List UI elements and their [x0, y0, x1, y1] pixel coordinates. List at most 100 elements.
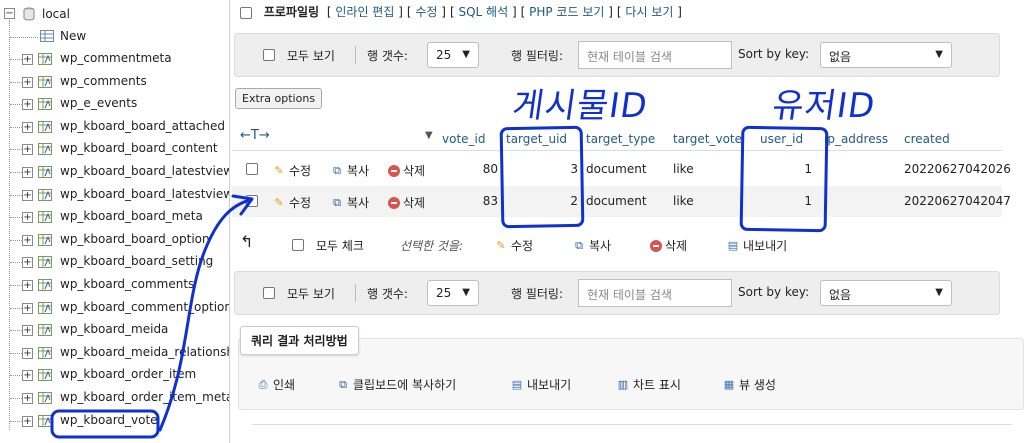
check-all-checkbox[interactable] — [292, 239, 304, 251]
row-copy-button[interactable]: ⧉ 복사 — [330, 194, 369, 211]
query-link-text[interactable]: 다시 보기 — [625, 5, 673, 19]
column-resize-handle[interactable]: ←T→ — [240, 128, 270, 143]
row-count-select[interactable]: 25 ▼ — [427, 42, 479, 68]
expand-icon[interactable]: + — [22, 415, 33, 427]
row-delete-button[interactable]: 삭제 — [388, 162, 425, 179]
cell-target-type[interactable]: document — [586, 162, 647, 176]
expand-icon[interactable]: + — [22, 99, 33, 111]
row-delete-button[interactable]: 삭제 — [388, 194, 425, 211]
nav-table-item[interactable]: + wp_kboard_board_content — [0, 141, 229, 163]
nav-table-item[interactable]: + wp_kboard_board_option — [0, 232, 229, 254]
nav-table-item[interactable]: + wp_kboard_board_latestview — [0, 187, 229, 209]
nav-table-item[interactable]: + wp_comments — [0, 74, 229, 96]
cell-target-uid[interactable]: 3 — [506, 162, 578, 176]
export-icon: ▤ — [511, 378, 523, 391]
cell-target-vote[interactable]: like — [673, 194, 694, 208]
sort-desc-icon[interactable]: ▼ — [425, 130, 433, 141]
expand-icon[interactable]: + — [22, 189, 33, 201]
sort-by-key-select[interactable]: 없음 ▼ — [820, 42, 952, 68]
cell-user-id[interactable]: 1 — [760, 194, 812, 208]
nav-table-item[interactable]: + wp_commentmeta — [0, 51, 229, 73]
expand-icon[interactable]: + — [22, 76, 33, 88]
show-all-label: 모두 보기 — [287, 49, 335, 63]
nav-table-item[interactable]: + wp_kboard_comment_option — [0, 300, 229, 322]
expand-icon[interactable]: + — [22, 370, 33, 382]
show-all-checkbox-bottom[interactable] — [263, 287, 275, 299]
new-table-link[interactable]: New — [60, 29, 86, 43]
nav-table-item[interactable]: + wp_kboard_comments — [0, 277, 229, 299]
row-edit-button[interactable]: ✎ 수정 — [272, 194, 311, 211]
expand-icon[interactable]: + — [22, 144, 33, 156]
export-button[interactable]: ▤ 내보내기 — [510, 376, 571, 393]
nav-table-item[interactable]: + wp_kboard_board_setting — [0, 254, 229, 276]
query-link[interactable]: [ 인라인 편집 ] — [327, 5, 403, 19]
query-link-text[interactable]: 수정 — [415, 5, 437, 19]
cell-created[interactable]: 20220627042047 — [904, 194, 1011, 208]
table-icon — [38, 188, 52, 201]
query-link-text[interactable]: SQL 해석 — [458, 5, 508, 19]
column-header-target-type[interactable]: target_type — [586, 128, 670, 150]
expand-icon[interactable]: + — [22, 280, 33, 291]
bulk-edit-button[interactable]: ✎ 수정 — [494, 237, 533, 254]
cell-target-uid[interactable]: 2 — [506, 194, 578, 208]
column-header-ip-address[interactable]: ip_address — [824, 128, 902, 150]
query-link[interactable]: [ SQL 해석 ] — [450, 5, 517, 19]
row-count-select-bottom[interactable]: 25 ▼ — [427, 280, 479, 306]
query-link-text[interactable]: 인라인 편집 — [335, 5, 394, 19]
cell-vote-id[interactable]: 80 — [442, 162, 498, 176]
expand-icon[interactable]: + — [22, 257, 33, 269]
table-search-input[interactable]: 현재 테이블 검색 — [578, 41, 732, 69]
print-button[interactable]: ⎙ 인쇄 — [256, 376, 296, 393]
nav-table-item[interactable]: + wp_kboard_vote — [0, 413, 229, 435]
show-all-checkbox[interactable] — [263, 49, 275, 61]
nav-table-item[interactable]: + wp_kboard_order_item — [0, 367, 229, 389]
expand-icon[interactable]: + — [22, 54, 33, 65]
sort-by-key-select-bottom[interactable]: 없음 ▼ — [820, 280, 952, 306]
copy-clipboard-button[interactable]: ⧉ 클립보드에 복사하기 — [336, 376, 456, 393]
expand-icon[interactable]: + — [22, 234, 33, 246]
create-view-button[interactable]: ▦ 뷰 생성 — [722, 376, 776, 393]
nav-table-item[interactable]: + wp_kboard_meida_relationsh — [0, 345, 229, 367]
cell-created[interactable]: 20220627042026 — [904, 162, 1011, 176]
column-header-created[interactable]: created — [904, 128, 984, 150]
cell-user-id[interactable]: 1 — [760, 162, 812, 176]
column-header-target-uid[interactable]: target_uid — [506, 128, 582, 150]
expand-icon[interactable]: + — [22, 121, 33, 133]
nav-table-item[interactable]: + wp_kboard_order_item_meta — [0, 390, 229, 412]
cell-target-vote[interactable]: like — [673, 162, 694, 176]
row-checkbox[interactable] — [246, 195, 258, 207]
column-header-target-vote[interactable]: target_vote — [673, 128, 757, 150]
display-chart-button[interactable]: ▥ 차트 표시 — [616, 376, 681, 393]
row-copy-button[interactable]: ⧉ 복사 — [330, 162, 369, 179]
table-search-input-bottom[interactable]: 현재 테이블 검색 — [578, 279, 732, 307]
row-checkbox[interactable] — [246, 163, 258, 175]
query-link[interactable]: [ 다시 보기 ] — [617, 5, 682, 19]
expand-icon[interactable]: + — [22, 325, 33, 337]
nav-table-item[interactable]: + wp_kboard_board_meta — [0, 209, 229, 231]
nav-table-item[interactable]: + wp_kboard_meida — [0, 322, 229, 344]
nav-table-item[interactable]: + wp_kboard_board_latestview — [0, 164, 229, 186]
expand-icon[interactable]: + — [22, 212, 33, 224]
query-link[interactable]: [ 수정 ] — [407, 5, 446, 19]
bulk-delete-button[interactable]: 삭제 — [650, 237, 687, 254]
column-header-vote-id[interactable]: vote_id — [442, 128, 502, 150]
expand-icon[interactable]: + — [22, 302, 33, 314]
root-db-label[interactable]: local — [42, 7, 70, 21]
row-edit-button[interactable]: ✎ 수정 — [272, 162, 311, 179]
query-link[interactable]: [ PHP 코드 보기 ] — [521, 5, 613, 19]
check-all-label[interactable]: 모두 체크 — [316, 237, 364, 254]
profiling-checkbox[interactable] — [240, 6, 252, 19]
expand-icon[interactable]: + — [22, 393, 33, 404]
bulk-copy-button[interactable]: ⧉ 복사 — [572, 237, 611, 254]
extra-options-button[interactable]: Extra options — [235, 88, 323, 109]
bulk-export-button[interactable]: ▤ 내보내기 — [726, 237, 787, 254]
column-header-user-id[interactable]: user_id — [760, 128, 820, 150]
expand-icon[interactable]: + — [22, 167, 33, 178]
collapse-root-icon[interactable]: − — [4, 8, 15, 19]
nav-table-item[interactable]: + wp_e_events — [0, 96, 229, 118]
expand-icon[interactable]: + — [22, 347, 33, 359]
query-link-text[interactable]: PHP 코드 보기 — [529, 5, 604, 19]
cell-vote-id[interactable]: 83 — [442, 194, 498, 208]
cell-target-type[interactable]: document — [586, 194, 647, 208]
nav-table-item[interactable]: + wp_kboard_board_attached — [0, 119, 229, 141]
